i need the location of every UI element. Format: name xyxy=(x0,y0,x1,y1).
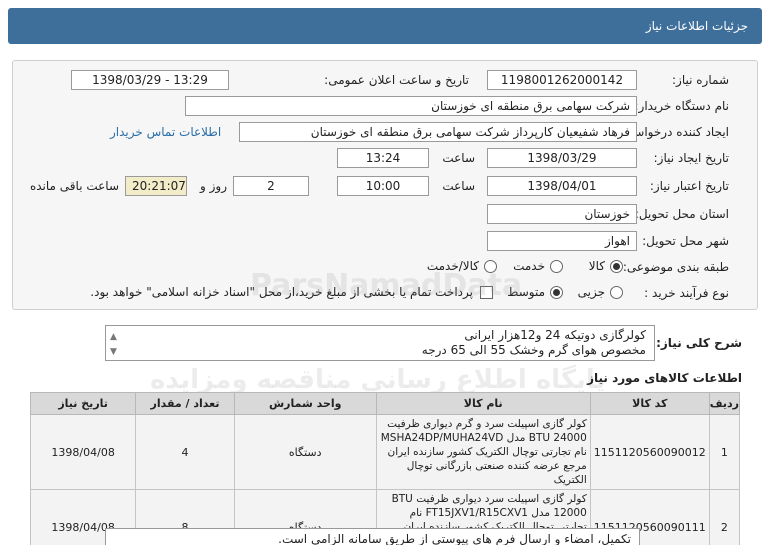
table-row: 1 1151120560090012 کولر گازی اسپیلت سرد … xyxy=(29,414,741,490)
need-details-panel: شماره نیاز: 1198001262000142 تاریخ و ساع… xyxy=(12,60,758,310)
create-time-label: ساعت xyxy=(442,151,475,165)
category-goods-label: کالا xyxy=(588,259,605,273)
create-time-field: 13:24 xyxy=(337,148,429,168)
category-service-label: خدمت xyxy=(513,259,545,273)
description-label: شرح کلی نیاز: xyxy=(656,336,742,350)
need-number-field: 1198001262000142 xyxy=(487,70,637,90)
items-section-title: اطلاعات کالاهای مورد نیاز xyxy=(587,371,742,385)
page-title: جزئیات اطلاعات نیاز xyxy=(645,19,748,33)
buyer-label: نام دستگاه خریدار: xyxy=(634,99,730,113)
treasury-payment-checkbox[interactable] xyxy=(480,286,493,299)
item-date: 1398/04/08 xyxy=(29,414,137,490)
table-header-row: ردیف کد کالا نام کالا واحد شمارش تعداد /… xyxy=(29,392,741,415)
page-header: جزئیات اطلاعات نیاز xyxy=(8,8,762,44)
city-field: اهواز xyxy=(487,231,637,251)
buyer-field: شرکت سهامی برق منطقه ای خوزستان xyxy=(185,96,637,116)
watermark-line: پایگاه اطلاع رسانی مناقصه ومزایده xyxy=(150,365,606,395)
process-medium-radio[interactable] xyxy=(550,286,563,299)
remaining-time-field: 20:21:07 xyxy=(125,176,187,196)
city-label: شهر محل تحویل: xyxy=(642,234,729,248)
province-field: خوزستان xyxy=(487,204,637,224)
items-table: ردیف کد کالا نام کالا واحد شمارش تعداد /… xyxy=(29,392,741,545)
announce-label: تاریخ و ساعت اعلان عمومی: xyxy=(324,73,469,87)
create-date-field: 1398/03/29 xyxy=(487,148,637,168)
description-box[interactable]: کولرگازی دوتیکه 24 و12هزار ایرانی مخصوص … xyxy=(105,325,655,361)
contact-info-link[interactable]: اطلاعات تماس خریدار xyxy=(110,125,221,139)
create-date-label: تاریخ ایجاد نیاز: xyxy=(653,151,729,165)
days-field: 2 xyxy=(233,176,309,196)
category-both-radio[interactable] xyxy=(484,260,497,273)
category-goods-radio[interactable] xyxy=(610,260,623,273)
process-minor-label: جزیی xyxy=(577,285,605,299)
need-number-label: شماره نیاز: xyxy=(672,73,729,87)
validity-time-field: 10:00 xyxy=(337,176,429,196)
province-label: استان محل تحویل: xyxy=(634,207,729,221)
category-both-label: کالا/خدمت xyxy=(426,259,479,273)
col-qty: تعداد / مقدار xyxy=(135,392,235,415)
validity-time-label: ساعت xyxy=(442,179,475,193)
treasury-payment-note: پرداخت تمام یا بخشی از مبلغ خرید،از محل … xyxy=(90,285,473,299)
col-name: نام کالا xyxy=(375,392,591,415)
col-unit: واحد شمارش xyxy=(233,392,377,415)
category-service-radio[interactable] xyxy=(550,260,563,273)
description-line-1: کولرگازی دوتیکه 24 و12هزار ایرانی xyxy=(464,328,646,342)
category-label: طبقه بندی موضوعی: xyxy=(622,260,729,274)
footer-note: تکمیل، امضاء و ارسال فرم های پیوستی از ط… xyxy=(105,528,640,545)
col-date: تاریخ نیاز xyxy=(29,392,137,415)
row-number: 2 xyxy=(708,489,741,545)
days-label: روز و xyxy=(200,179,227,193)
item-unit: دستگاه xyxy=(233,414,377,490)
creator-field: فرهاد شفیعیان کارپرداز شرکت سهامی برق من… xyxy=(239,122,637,142)
process-label: نوع فرآیند خرید : xyxy=(644,286,729,300)
validity-date-field: 1398/04/01 xyxy=(487,176,637,196)
description-line-2: مخصوص هوای گرم وخشک 55 الی 65 درجه xyxy=(421,343,646,357)
scroll-arrows-icon[interactable]: ▲ ▼ xyxy=(110,330,117,360)
process-medium-label: متوسط xyxy=(507,285,545,299)
col-code: کد کالا xyxy=(589,392,710,415)
item-qty: 4 xyxy=(135,414,235,490)
remaining-label: ساعت باقی مانده xyxy=(29,179,119,193)
row-number: 1 xyxy=(708,414,741,490)
item-name: کولر گازی اسپیلت سرد و گرم دیواری ظرفیت … xyxy=(375,414,591,490)
col-row: ردیف xyxy=(708,392,741,415)
validity-label: تاریخ اعتبار نیاز: xyxy=(649,179,729,193)
process-minor-radio[interactable] xyxy=(610,286,623,299)
item-code: 1151120560090012 xyxy=(589,414,710,490)
announce-field: 1398/03/29 - 13:29 xyxy=(71,70,229,90)
